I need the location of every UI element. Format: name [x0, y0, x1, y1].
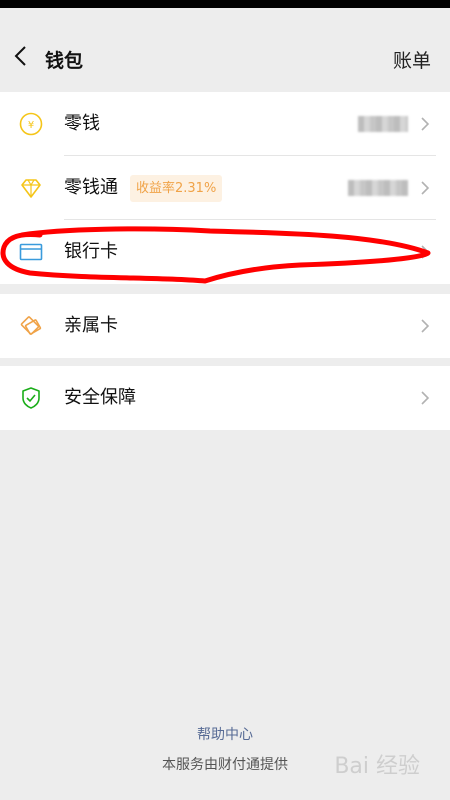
chevron-left-icon[interactable] — [10, 44, 34, 68]
list-item-family-card[interactable]: 亲属卡 — [0, 294, 450, 358]
chevron-right-icon — [421, 391, 430, 405]
list-item-label: 亲属卡 — [64, 315, 118, 336]
status-bar — [0, 0, 450, 8]
wallet-group-family: 亲属卡 — [0, 294, 450, 358]
svg-text:¥: ¥ — [28, 120, 34, 131]
list-item-change[interactable]: ¥ 零钱 — [0, 92, 450, 156]
chevron-right-icon — [421, 181, 430, 195]
shield-check-icon — [22, 387, 40, 409]
chevron-right-icon — [421, 245, 430, 259]
coin-yen-icon: ¥ — [19, 112, 43, 136]
chevron-right-icon — [421, 117, 430, 131]
wallet-group-main: ¥ 零钱 零钱通 银行卡 — [0, 92, 450, 284]
list-item-bank-card[interactable]: 银行卡 — [0, 220, 450, 284]
list-item-lingqiantong[interactable]: 零钱通 — [0, 156, 450, 220]
bill-button[interactable]: 账单 — [393, 46, 431, 73]
balance-value-redacted — [358, 116, 408, 132]
baidu-jingyan-watermark: Bai 经验 — [334, 754, 420, 779]
list-item-label: 零钱通 — [64, 177, 118, 198]
wallet-group-security: 安全保障 — [0, 366, 450, 430]
help-center-link[interactable]: 帮助中心 — [0, 724, 450, 744]
list-item-label: 安全保障 — [64, 387, 136, 408]
family-card-icon — [20, 316, 42, 335]
yield-rate-badge: 收益率2.31% — [130, 175, 223, 202]
list-item-label: 银行卡 — [64, 241, 118, 262]
bank-card-icon — [19, 243, 43, 261]
navigation-bar: 钱包 账单 — [0, 8, 450, 92]
chevron-right-icon — [421, 319, 430, 333]
list-item-label: 零钱 — [64, 113, 100, 134]
diamond-icon — [21, 179, 41, 198]
page-title: 钱包 — [45, 50, 84, 72]
balance-value-redacted — [348, 180, 408, 196]
list-item-security[interactable]: 安全保障 — [0, 366, 450, 430]
